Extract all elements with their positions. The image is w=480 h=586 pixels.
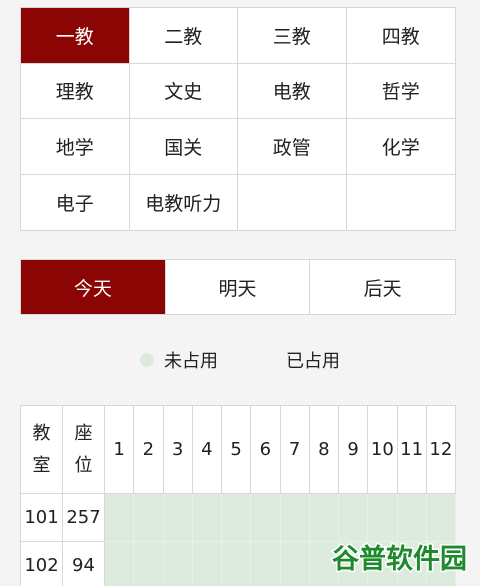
building-electronic-teaching[interactable]: 电教 bbox=[238, 63, 347, 119]
period-cell-free[interactable] bbox=[251, 542, 281, 586]
period-cell-free[interactable] bbox=[280, 542, 310, 586]
period-cell-free[interactable] bbox=[163, 542, 193, 586]
building-government[interactable]: 政管 bbox=[238, 119, 347, 175]
building-international-relations[interactable]: 国关 bbox=[129, 119, 238, 175]
header-room: 教 室 bbox=[21, 406, 63, 494]
header-period-9: 9 bbox=[339, 406, 369, 494]
building-geoscience[interactable]: 地学 bbox=[21, 119, 130, 175]
building-1[interactable]: 一教 bbox=[21, 8, 130, 64]
legend: 未占用 已占用 bbox=[0, 346, 480, 374]
period-cell-free[interactable] bbox=[163, 494, 193, 542]
building-philosophy[interactable]: 哲学 bbox=[346, 63, 455, 119]
period-cell-free[interactable] bbox=[192, 542, 222, 586]
header-period-11: 11 bbox=[397, 406, 427, 494]
header-period-1: 1 bbox=[105, 406, 135, 494]
tab-tomorrow[interactable]: 明天 bbox=[166, 260, 311, 314]
tab-day-after-tomorrow[interactable]: 后天 bbox=[310, 260, 455, 314]
day-tabs: 今天 明天 后天 bbox=[20, 259, 456, 315]
period-cell-free[interactable] bbox=[105, 494, 135, 542]
header-period-3: 3 bbox=[163, 406, 193, 494]
watermark-text: 谷普软件园 bbox=[332, 543, 467, 575]
period-cell-free[interactable] bbox=[251, 494, 281, 542]
header-seats-char-1: 座 bbox=[74, 422, 93, 444]
header-period-10: 10 bbox=[368, 406, 398, 494]
period-cell-free[interactable] bbox=[222, 542, 252, 586]
building-4[interactable]: 四教 bbox=[346, 8, 455, 64]
tab-today[interactable]: 今天 bbox=[21, 260, 166, 314]
legend-free-label: 未占用 bbox=[164, 351, 218, 372]
building-3[interactable]: 三教 bbox=[238, 8, 347, 64]
building-electronics[interactable]: 电子 bbox=[21, 174, 130, 230]
building-empty-1 bbox=[238, 174, 347, 230]
header-room-char-2: 室 bbox=[32, 454, 51, 476]
building-humanities[interactable]: 文史 bbox=[129, 63, 238, 119]
building-listening[interactable]: 电教听力 bbox=[129, 174, 238, 230]
building-empty-2 bbox=[346, 174, 455, 230]
legend-free: 未占用 bbox=[140, 347, 218, 373]
building-chemistry[interactable]: 化学 bbox=[346, 119, 455, 175]
header-period-2: 2 bbox=[134, 406, 164, 494]
period-cell-free[interactable] bbox=[192, 494, 222, 542]
seat-count: 257 bbox=[63, 494, 105, 542]
period-cell-free[interactable] bbox=[222, 494, 252, 542]
used-dot-icon bbox=[262, 353, 276, 367]
header-period-8: 8 bbox=[309, 406, 339, 494]
header-period-5: 5 bbox=[222, 406, 252, 494]
header-period-12: 12 bbox=[426, 406, 456, 494]
building-2[interactable]: 二教 bbox=[129, 8, 238, 64]
period-cell-free[interactable] bbox=[134, 494, 164, 542]
free-dot-icon bbox=[140, 353, 154, 367]
legend-used-label: 已占用 bbox=[286, 351, 340, 372]
period-cell-free[interactable] bbox=[105, 542, 135, 586]
header-period-7: 7 bbox=[280, 406, 310, 494]
room-number: 101 bbox=[21, 494, 63, 542]
header-room-char-1: 教 bbox=[32, 422, 51, 444]
legend-used: 已占用 bbox=[262, 347, 340, 373]
period-cell-free[interactable] bbox=[134, 542, 164, 586]
building-science[interactable]: 理教 bbox=[21, 63, 130, 119]
period-cell-free[interactable] bbox=[280, 494, 310, 542]
header-seats-char-2: 位 bbox=[74, 454, 93, 476]
seat-count: 94 bbox=[63, 542, 105, 586]
header-period-6: 6 bbox=[251, 406, 281, 494]
building-grid: 一教 二教 三教 四教 理教 文史 电教 哲学 地学 国关 政管 化学 电子 电… bbox=[20, 7, 456, 231]
header-seats: 座 位 bbox=[63, 406, 105, 494]
room-number: 102 bbox=[21, 542, 63, 586]
header-period-4: 4 bbox=[192, 406, 222, 494]
watermark-logo: 谷普软件园 bbox=[330, 535, 476, 577]
